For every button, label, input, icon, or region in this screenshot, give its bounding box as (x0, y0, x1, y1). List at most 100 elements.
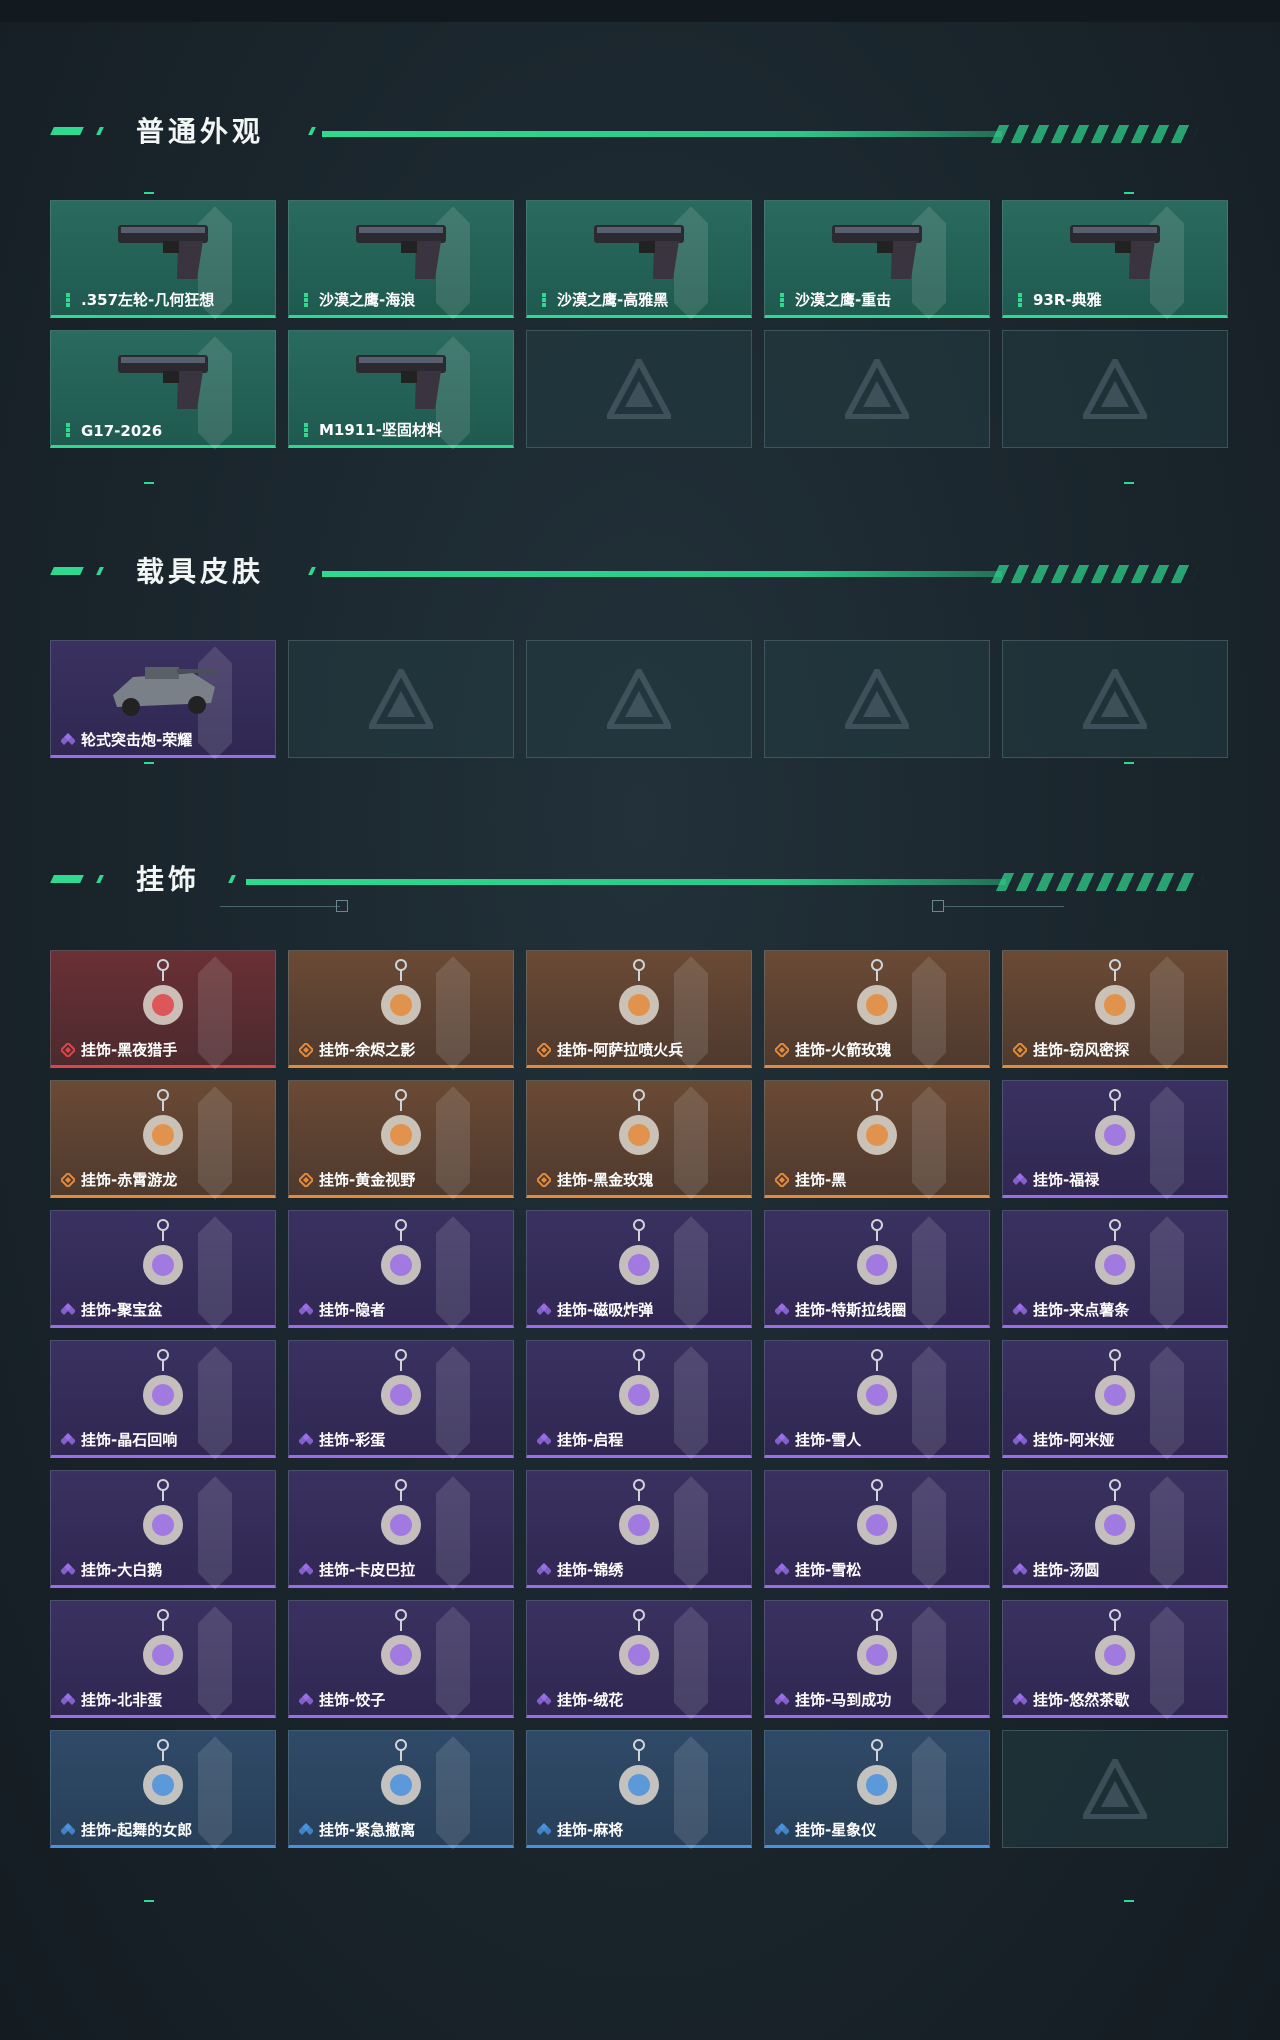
weapons-card[interactable]: 沙漠之鹰-海浪 (288, 200, 514, 320)
item-label: 挂饰-绒花 (557, 1691, 624, 1709)
charms-card[interactable]: 挂饰-磁吸炸弹 (526, 1210, 752, 1330)
charms-card[interactable]: 挂饰-余烬之影 (288, 950, 514, 1070)
header-checker (990, 565, 1200, 583)
weapons-card[interactable]: M1911-坚固材料 (288, 330, 514, 450)
charms-card[interactable]: 挂饰-星象仪 (764, 1730, 990, 1850)
item-label: 挂饰-阿米娅 (1033, 1431, 1115, 1449)
charms-card[interactable]: 挂饰-马到成功 (764, 1600, 990, 1720)
charms-card[interactable]: 挂饰-北非蛋 (50, 1600, 276, 1720)
charm-icon (143, 1089, 183, 1155)
revolver-icon (118, 225, 208, 279)
charms-card[interactable]: 挂饰-大白鹅 (50, 1470, 276, 1590)
charms-card[interactable]: 挂饰-福禄 (1002, 1080, 1228, 1200)
charm-icon (619, 959, 659, 1025)
charm-icon (857, 1479, 897, 1545)
item-image (1045, 1607, 1185, 1685)
item-image (569, 1477, 709, 1555)
charms-card[interactable]: 挂饰-雪松 (764, 1470, 990, 1590)
weapons-card[interactable]: 93R-典雅 (1002, 200, 1228, 320)
charms-card[interactable]: 挂饰-麻将 (526, 1730, 752, 1850)
item-image (1045, 1477, 1185, 1555)
item-image (569, 1217, 709, 1295)
item-image (807, 1737, 947, 1815)
charms-card[interactable]: 挂饰-锦绣 (526, 1470, 752, 1590)
header-dash (96, 875, 104, 883)
item-label: .357左轮-几何狂想 (81, 291, 215, 309)
item-image (1045, 207, 1185, 285)
weapons-card[interactable]: .357左轮-几何狂想 (50, 200, 276, 320)
corner-tick (1124, 192, 1134, 194)
charm-icon (857, 1219, 897, 1285)
corner-tick (144, 1900, 154, 1902)
charms-card[interactable]: 挂饰-来点薯条 (1002, 1210, 1228, 1330)
charms-card[interactable]: 挂饰-绒花 (526, 1600, 752, 1720)
charms-card[interactable]: 挂饰-彩蛋 (288, 1340, 514, 1460)
rarity-icon (537, 1563, 551, 1575)
charms-card[interactable]: 挂饰-启程 (526, 1340, 752, 1460)
charms-card[interactable]: 挂饰-窃风密探 (1002, 950, 1228, 1070)
rarity-icon (780, 293, 784, 307)
charms-card[interactable]: 挂饰-起舞的女郎 (50, 1730, 276, 1850)
item-label: 挂饰-来点薯条 (1033, 1301, 1130, 1319)
charm-icon (1095, 1609, 1135, 1675)
charms-card[interactable]: 挂饰-饺子 (288, 1600, 514, 1720)
corner-tick (144, 762, 154, 764)
deco-square-right (932, 900, 944, 912)
charms-card[interactable]: 挂饰-黑金玫瑰 (526, 1080, 752, 1200)
item-image (93, 337, 233, 415)
item-image (1045, 1087, 1185, 1165)
deco-square-left (336, 900, 348, 912)
charms-card[interactable]: 挂饰-阿萨拉喷火兵 (526, 950, 752, 1070)
rarity-icon (299, 1433, 313, 1445)
item-image (1045, 957, 1185, 1035)
rarity-icon (299, 1823, 313, 1835)
rarity-icon (775, 1823, 789, 1835)
item-image (331, 1737, 471, 1815)
charms-card[interactable]: 挂饰-特斯拉线圈 (764, 1210, 990, 1330)
charms-card[interactable]: 挂饰-黑 (764, 1080, 990, 1200)
rarity-icon (299, 1173, 313, 1187)
header-dash (308, 127, 316, 135)
charm-icon (619, 1479, 659, 1545)
item-image (331, 1477, 471, 1555)
placeholder-logo-icon (1083, 669, 1147, 729)
section-title: 普通外观 (136, 115, 265, 148)
rarity-icon (1018, 293, 1022, 307)
charms-card[interactable]: 挂饰-汤圆 (1002, 1470, 1228, 1590)
rarity-icon (537, 1043, 551, 1057)
empty-slot (1002, 640, 1228, 758)
rarity-icon (1013, 1043, 1027, 1057)
rarity-icon (537, 1823, 551, 1835)
rarity-icon (61, 1433, 75, 1445)
weapons-card[interactable]: 沙漠之鹰-高雅黑 (526, 200, 752, 320)
item-image (807, 1347, 947, 1425)
item-label: 挂饰-饺子 (319, 1691, 386, 1709)
weapons-card[interactable]: G17-2026 (50, 330, 276, 450)
charms-card[interactable]: 挂饰-黄金视野 (288, 1080, 514, 1200)
section-header-weapons: 普通外观 (0, 110, 1280, 150)
charms-card[interactable]: 挂饰-卡皮巴拉 (288, 1470, 514, 1590)
charms-card[interactable]: 挂饰-雪人 (764, 1340, 990, 1460)
item-label: 挂饰-锦绣 (557, 1561, 624, 1579)
header-dash (96, 567, 104, 575)
charm-icon (143, 959, 183, 1025)
charms-card[interactable]: 挂饰-阿米娅 (1002, 1340, 1228, 1460)
weapons-card[interactable]: 沙漠之鹰-重击 (764, 200, 990, 320)
charms-card[interactable]: 挂饰-聚宝盆 (50, 1210, 276, 1330)
item-label: 挂饰-卡皮巴拉 (319, 1561, 416, 1579)
item-label: 挂饰-火箭玫瑰 (795, 1041, 892, 1059)
charms-card[interactable]: 挂饰-悠然茶歇 (1002, 1600, 1228, 1720)
charms-card[interactable]: 挂饰-赤霄游龙 (50, 1080, 276, 1200)
vehicles-card[interactable]: 轮式突击炮-荣耀 (50, 640, 276, 760)
charms-card[interactable]: 挂饰-紧急撤离 (288, 1730, 514, 1850)
charms-card[interactable]: 挂饰-隐者 (288, 1210, 514, 1330)
item-label: 挂饰-窃风密探 (1033, 1041, 1130, 1059)
item-image (1045, 1217, 1185, 1295)
charms-card[interactable]: 挂饰-晶石回响 (50, 1340, 276, 1460)
charm-icon (143, 1349, 183, 1415)
item-label: 挂饰-起舞的女郎 (81, 1821, 193, 1839)
charms-card[interactable]: 挂饰-火箭玫瑰 (764, 950, 990, 1070)
rarity-icon (1013, 1173, 1027, 1185)
charms-card[interactable]: 挂饰-黑夜猎手 (50, 950, 276, 1070)
pistol-icon (356, 225, 446, 279)
